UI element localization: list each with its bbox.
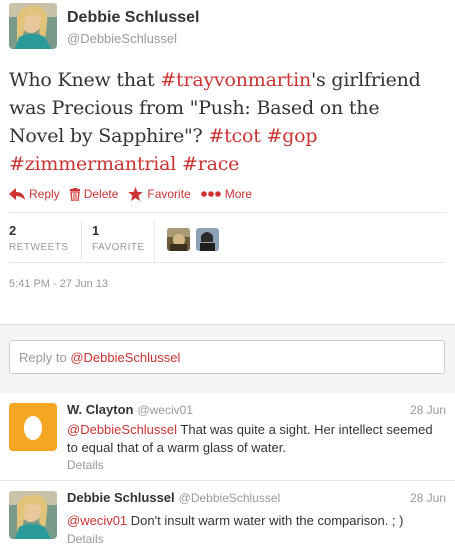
hashtag-link[interactable]: #gop — [267, 125, 318, 147]
reply-tweet[interactable]: Debbie Schlussel @DebbieSchlussel 28 Jun … — [0, 481, 455, 559]
favorite-label: Favorite — [147, 187, 191, 201]
divider — [9, 262, 446, 263]
author-avatar[interactable] — [9, 3, 57, 49]
divider — [9, 212, 446, 213]
delete-button[interactable]: Delete — [69, 187, 119, 201]
trash-icon — [69, 187, 80, 201]
reply-date[interactable]: 28 Jun — [410, 491, 446, 505]
reply-author[interactable]: W. Clayton @weciv01 — [67, 402, 193, 417]
hashtag-link[interactable]: #tcot — [208, 125, 260, 147]
reply-avatar[interactable] — [9, 403, 57, 451]
reply-date[interactable]: 28 Jun — [410, 403, 446, 417]
reply-icon — [9, 188, 25, 200]
main-tweet: Debbie Schlussel @DebbieSchlussel Who Kn… — [0, 0, 455, 325]
stat-separator — [154, 221, 155, 261]
hashtag-link[interactable]: #race — [182, 153, 239, 175]
star-icon — [128, 187, 144, 201]
reply-author-name[interactable]: Debbie Schlussel — [67, 490, 175, 505]
hashtag-link[interactable]: #zimmermantrial — [9, 153, 176, 175]
favoriter-avatar[interactable] — [167, 228, 190, 251]
retweets-count: 2 — [9, 223, 17, 238]
tweet-text: Who Knew that #trayvonmartin's girlfrien… — [9, 66, 429, 178]
reply-placeholder-mention: @DebbieSchlussel — [70, 350, 181, 365]
reply-text: @DebbieSchlussel That was quite a sight.… — [67, 421, 437, 457]
reply-details-link[interactable]: Details — [67, 458, 104, 472]
tweet-text-part: Who Knew that — [9, 69, 161, 91]
reply-label: Reply — [29, 187, 60, 201]
favoriter-avatar[interactable] — [196, 228, 219, 251]
reply-button[interactable]: Reply — [9, 187, 60, 201]
retweets-label: RETWEETS — [9, 242, 69, 253]
more-label: More — [224, 187, 253, 201]
egg-icon — [24, 416, 42, 440]
reply-mention[interactable]: @weciv01 — [67, 513, 127, 528]
favorites-stat[interactable]: 1 FAVORITE — [92, 223, 145, 253]
reply-tweet[interactable]: W. Clayton @weciv01 28 Jun @DebbieSchluss… — [0, 393, 455, 481]
delete-label: Delete — [83, 187, 119, 201]
more-button[interactable]: More — [200, 187, 253, 201]
reply-placeholder-prefix: Reply to — [19, 350, 71, 365]
favorites-count: 1 — [92, 223, 100, 238]
author-name[interactable]: Debbie Schlussel — [67, 9, 200, 27]
tweet-timestamp[interactable]: 5:41 PM - 27 Jun 13 — [9, 278, 108, 290]
favorite-button[interactable]: Favorite — [128, 187, 191, 201]
tweet-actions: Reply Delete Favorite More — [9, 187, 262, 201]
reply-details-link[interactable]: Details — [67, 532, 104, 546]
stat-separator — [81, 221, 82, 261]
reply-text: @weciv01 Don't insult warm water with th… — [67, 512, 437, 530]
reply-input[interactable]: Reply to @DebbieSchlussel — [9, 340, 445, 374]
reply-author[interactable]: Debbie Schlussel @DebbieSchlussel — [67, 490, 280, 505]
author-handle[interactable]: @DebbieSchlussel — [67, 31, 177, 46]
reply-author-name[interactable]: W. Clayton — [67, 402, 133, 417]
reply-author-handle[interactable]: @weciv01 — [137, 403, 193, 417]
favorites-label: FAVORITE — [92, 242, 145, 253]
reply-avatar[interactable] — [9, 491, 57, 539]
reply-author-handle[interactable]: @DebbieSchlussel — [179, 491, 281, 505]
reply-area: Reply to @DebbieSchlussel — [0, 324, 455, 394]
more-dots-icon — [200, 191, 221, 197]
reply-mention[interactable]: @DebbieSchlussel — [67, 422, 177, 437]
retweets-stat[interactable]: 2 RETWEETS — [9, 223, 69, 253]
reply-body: Don't insult warm water with the compari… — [127, 513, 404, 528]
hashtag-link[interactable]: #trayvonmartin — [160, 69, 311, 91]
